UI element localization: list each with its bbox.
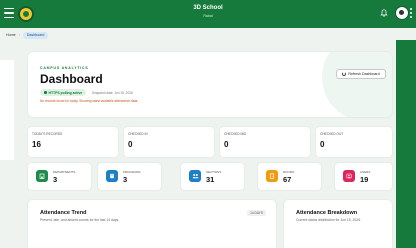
more-options-icon[interactable] [410, 8, 412, 18]
entity-value: 67 [283, 175, 292, 184]
top-app-bar: 3D School Rabat [0, 0, 416, 28]
breadcrumb: Home › Dashboard [6, 31, 49, 39]
breadcrumb-current: Dashboard [22, 31, 49, 39]
entity-value: 3 [123, 175, 128, 184]
stat-label: Checked Out [320, 132, 344, 136]
status-dot-icon [44, 91, 47, 94]
entity-card-sections[interactable]: Sections 31 [181, 163, 244, 190]
entity-value: 31 [206, 175, 215, 184]
hero-decoration [322, 52, 392, 117]
entity-label: Programs [123, 170, 141, 174]
refresh-dashboard-label: Refresh Dashboard [348, 72, 380, 76]
stat-label: Checked Mid [224, 132, 247, 136]
breadcrumb-separator: › [18, 33, 20, 37]
attendance-trend-panel: Attendance Trend Present, late, and abse… [28, 200, 276, 248]
entity-value: 19 [360, 175, 369, 184]
entity-label: Sections [206, 170, 222, 174]
room-icon [266, 170, 278, 182]
building-icon [36, 170, 48, 182]
entity-card-users[interactable]: Users 19 [335, 163, 392, 190]
range-chip[interactable]: 14 DAYS [247, 210, 266, 216]
polling-status-text: HTTPS polling active [48, 90, 83, 95]
stat-label: Checked In [128, 132, 148, 136]
app-subtitle: Rabat [203, 14, 213, 18]
polling-status-badge: HTTPS polling active [40, 89, 87, 96]
panel-title: Attendance Breakdown [296, 210, 358, 216]
people-icon [189, 170, 201, 182]
no-records-warning: No records found for today. Showing late… [40, 99, 139, 103]
entity-card-rooms[interactable]: Rooms 67 [258, 163, 321, 190]
right-edge-decor [396, 40, 416, 248]
dashboard-hero-card: CAMPUS ANALYTICS Dashboard HTTPS polling… [28, 52, 392, 117]
stat-value: 0 [320, 140, 325, 149]
stat-card-todays-records: Today's Records 16 [28, 127, 118, 157]
left-edge-decor [0, 60, 14, 160]
app-title: 3D School [193, 5, 223, 11]
user-avatar[interactable] [395, 6, 409, 20]
attendance-breakdown-panel: Attendance Breakdown Current status dist… [284, 200, 392, 248]
stat-value: 0 [128, 140, 133, 149]
stat-value: 16 [32, 140, 41, 149]
entity-value: 3 [53, 175, 58, 184]
stat-label: Today's Records [32, 132, 63, 136]
entity-label: Departments [53, 170, 76, 174]
entity-label: Rooms [283, 170, 295, 174]
notification-bell-icon[interactable] [380, 9, 388, 17]
stat-value: 0 [224, 140, 229, 149]
panel-subtitle: Current status distribution for Jun 15, … [296, 218, 362, 222]
hero-eyebrow: CAMPUS ANALYTICS [40, 66, 89, 70]
panel-subtitle: Present, late, and absent counts for the… [40, 218, 120, 222]
entity-card-programs[interactable]: Programs 3 [98, 163, 161, 190]
stat-card-checked-in: Checked In 0 [124, 127, 214, 157]
stat-card-checked-mid: Checked Mid 0 [220, 127, 310, 157]
refresh-icon [342, 72, 347, 76]
entity-label: Users [360, 170, 371, 174]
page-title: Dashboard [40, 72, 103, 86]
user-icon [343, 170, 355, 182]
snapshot-date: Snapshot date: Jun 15, 2026 [92, 91, 133, 95]
refresh-dashboard-button[interactable]: Refresh Dashboard [336, 69, 386, 79]
stat-card-checked-out: Checked Out 0 [316, 127, 392, 157]
breadcrumb-home-link[interactable]: Home [6, 33, 16, 37]
book-icon [106, 170, 118, 182]
entity-card-departments[interactable]: Departments 3 [28, 163, 91, 190]
panel-title: Attendance Trend [40, 210, 87, 216]
